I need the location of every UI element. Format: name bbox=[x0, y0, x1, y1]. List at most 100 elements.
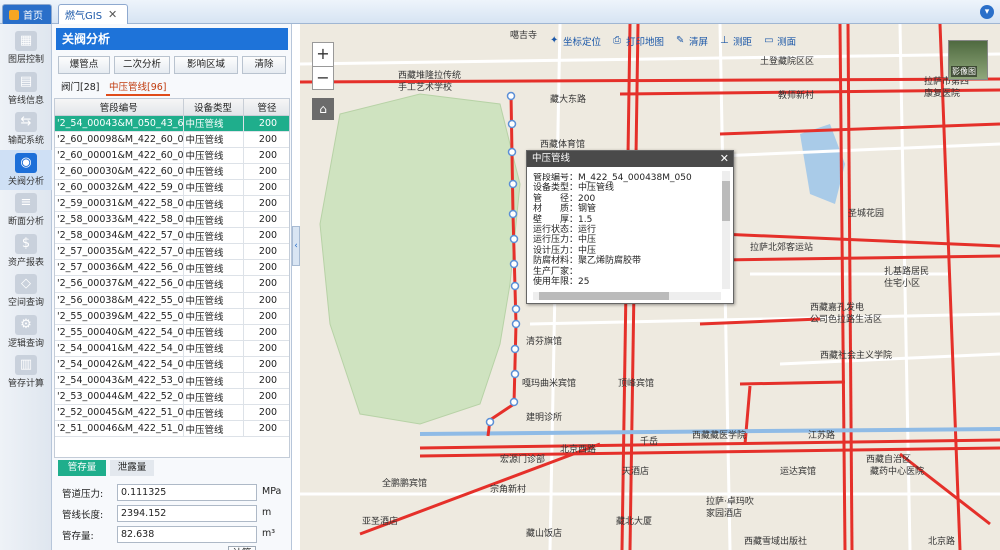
rail-item-2[interactable]: ⇆ 输配系统 bbox=[0, 109, 52, 149]
cell-segment-id: '2_54_00043&M_050_43_6 bbox=[55, 115, 184, 132]
valve-marker[interactable] bbox=[507, 147, 517, 157]
label-yasheng: 亚圣酒店 bbox=[362, 517, 399, 527]
label-gajisi: 噶吉寺 bbox=[510, 31, 538, 41]
rail-item-3[interactable]: ◉ 关阀分析 bbox=[0, 149, 52, 190]
table-row[interactable]: '2_56_00038&M_422_55_0 中压管线 200 bbox=[55, 292, 289, 309]
panel-title: 关阀分析 bbox=[56, 28, 288, 50]
table-row[interactable]: '2_53_00044&M_422_52_0 中压管线 200 bbox=[55, 388, 289, 406]
valve-marker[interactable] bbox=[511, 304, 521, 314]
table-row[interactable]: '2_59_00031&M_422_58_0 中压管线 200 bbox=[55, 195, 289, 213]
cell-diameter: 200 bbox=[243, 243, 289, 261]
cell-segment-id: '2_55_00039&M_422_55_0 bbox=[55, 308, 184, 325]
cell-device-type: 中压管线 bbox=[183, 356, 244, 374]
rail-item-4[interactable]: ≡ 断面分析 bbox=[0, 190, 52, 230]
valve-marker[interactable] bbox=[509, 259, 519, 269]
column-header-device-type[interactable]: 设备类型 bbox=[183, 99, 244, 116]
affected-area-button[interactable]: 影响区域 bbox=[174, 56, 238, 74]
cell-segment-id: '2_56_00038&M_422_55_0 bbox=[55, 292, 184, 309]
rail-item-8[interactable]: ▥ 管存计算 bbox=[0, 352, 52, 392]
imagery-toggle[interactable]: 影像图 bbox=[948, 40, 988, 80]
pressure-input[interactable]: 0.111325 bbox=[117, 484, 257, 501]
close-icon[interactable]: ✕ bbox=[108, 8, 117, 21]
imagery-label: 影像图 bbox=[951, 66, 977, 77]
column-header-diameter[interactable]: 管径 bbox=[243, 99, 289, 116]
valve-marker[interactable] bbox=[507, 119, 517, 129]
toolbar-measure-area-button[interactable]: ▭ 测面 bbox=[764, 32, 796, 50]
toolbar-locate-button[interactable]: ✦ 坐标定位 bbox=[550, 32, 601, 50]
valve-marker[interactable] bbox=[510, 369, 520, 379]
tab-pipe-storage[interactable]: 管存量 bbox=[58, 460, 106, 476]
valve-marker[interactable] bbox=[485, 417, 495, 427]
home-extent-icon[interactable]: ⌂ bbox=[312, 98, 334, 120]
cell-diameter: 200 bbox=[243, 404, 289, 422]
table-row[interactable]: '2_60_00098&M_422_60_0 中压管线 200 bbox=[55, 131, 289, 148]
rail-item-6[interactable]: ◇ 空间查询 bbox=[0, 271, 52, 311]
toolbar-print-button[interactable]: ⎙ 打印地图 bbox=[613, 32, 664, 50]
tab-medium-pressure-pipes[interactable]: 中压管线[96] bbox=[106, 80, 170, 96]
table-row[interactable]: '2_60_00032&M_422_59_0 中压管线 200 bbox=[55, 179, 289, 196]
table-row[interactable]: '2_60_00001&M_422_60_0 中压管线 200 bbox=[55, 147, 289, 164]
table-row[interactable]: '2_58_00034&M_422_57_0 中压管线 200 bbox=[55, 227, 289, 245]
tab-home[interactable]: 首页 bbox=[2, 4, 52, 24]
popup-horizontal-scrollbar[interactable] bbox=[533, 292, 721, 300]
table-row[interactable]: '2_54_00043&M_422_53_0 中压管线 200 bbox=[55, 372, 289, 390]
table-row[interactable]: '2_52_00045&M_422_51_0 中压管线 200 bbox=[55, 404, 289, 422]
valve-marker[interactable] bbox=[510, 281, 520, 291]
collapse-panel-icon[interactable]: ‹ bbox=[292, 226, 300, 266]
rail-item-0[interactable]: ▦ 图层控制 bbox=[0, 28, 52, 68]
rail-item-5[interactable]: $ 资产报表 bbox=[0, 231, 52, 271]
cell-segment-id: '2_58_00033&M_422_58_0 bbox=[55, 211, 184, 229]
table-row[interactable]: '2_54_00041&M_422_54_0 中压管线 200 bbox=[55, 340, 289, 357]
zoom-out-button[interactable]: − bbox=[313, 66, 333, 89]
table-row[interactable]: '2_57_00036&M_422_56_0 中压管线 200 bbox=[55, 259, 289, 277]
cell-diameter: 200 bbox=[243, 388, 289, 406]
table-row[interactable]: '2_60_00030&M_422_60_0 中压管线 200 bbox=[55, 163, 289, 180]
table-row[interactable]: '2_57_00035&M_422_57_0 中压管线 200 bbox=[55, 243, 289, 261]
window-menu-icon[interactable]: ▾ bbox=[980, 5, 994, 19]
map-view[interactable]: 噶吉寺 西藏堆隆拉传统 手工艺术学校 藏大东路 土登藏院区区 拉萨市第四 康复医院 教师新村西… bbox=[300, 24, 1000, 550]
rail-item-1[interactable]: ▤ 管线信息 bbox=[0, 69, 52, 109]
label-bus-station: 拉萨北郊客运站 bbox=[750, 243, 814, 253]
valve-marker[interactable] bbox=[510, 344, 520, 354]
length-input[interactable]: 2394.152 bbox=[117, 505, 257, 522]
table-row[interactable]: '2_55_00039&M_422_55_0 中压管线 200 bbox=[55, 308, 289, 325]
rail-item-7[interactable]: ⚙ 逻辑查询 bbox=[0, 312, 52, 352]
calculate-button[interactable]: 计算 bbox=[228, 546, 256, 550]
toolbar-measure-distance-button[interactable]: ⊥ 测距 bbox=[720, 32, 752, 50]
print-icon: ⎙ bbox=[613, 35, 622, 46]
table-row[interactable]: '2_56_00037&M_422_56_0 中压管线 200 bbox=[55, 275, 289, 293]
tab-valves[interactable]: 阀门[28] bbox=[58, 80, 103, 96]
cell-segment-id: '2_57_00036&M_422_56_0 bbox=[55, 259, 184, 277]
tab-gis[interactable]: 燃气GIS ✕ bbox=[58, 4, 128, 24]
cell-device-type: 中压管线 bbox=[183, 388, 244, 406]
label-hospital: 康复医院 bbox=[924, 89, 961, 99]
toolbar-label: 测面 bbox=[777, 37, 797, 48]
table-row[interactable]: '2_51_00046&M_422_51_0 中压管线 200 bbox=[55, 420, 289, 438]
valve-marker[interactable] bbox=[508, 179, 518, 189]
table-row[interactable]: '2_55_00040&M_422_54_0 中压管线 200 bbox=[55, 324, 289, 341]
table-row[interactable]: '2_54_00042&M_422_54_0 中压管线 200 bbox=[55, 356, 289, 374]
popup-vertical-scrollbar[interactable] bbox=[722, 171, 730, 289]
valve-marker[interactable] bbox=[509, 397, 519, 407]
popup-close-icon[interactable]: ✕ bbox=[720, 151, 729, 167]
secondary-analysis-button[interactable]: 二次分析 bbox=[114, 56, 170, 74]
label-jiayuan: 家园酒店 bbox=[706, 509, 743, 519]
toolbar-clear-button[interactable]: ✎ 清屏 bbox=[676, 32, 708, 50]
valve-marker[interactable] bbox=[506, 91, 516, 101]
table-row[interactable]: '2_58_00033&M_422_58_0 中压管线 200 bbox=[55, 211, 289, 229]
zoom-in-button[interactable]: + bbox=[313, 43, 333, 66]
column-header-segment-id[interactable]: 管段编号 bbox=[55, 99, 184, 116]
valve-marker[interactable] bbox=[509, 234, 519, 244]
tab-leakage[interactable]: 泄露量 bbox=[110, 460, 154, 476]
burst-point-button[interactable]: 爆管点 bbox=[58, 56, 110, 74]
cell-diameter: 200 bbox=[243, 227, 289, 245]
storage-input[interactable]: 82.638 bbox=[117, 526, 257, 543]
tool-rail: ▦ 图层控制 ▤ 管线信息 ⇆ 输配系统 ◉ 关阀分析 ≡ 断面分析 $ 资产报表 ◇ 空间查询 ⚙ 逻辑查询… bbox=[0, 24, 52, 550]
rail-item-label: 关阀分析 bbox=[7, 176, 44, 187]
table-row[interactable]: '2_54_00043&M_050_43_6 中压管线 200 bbox=[55, 115, 289, 132]
clear-button[interactable]: 清除 bbox=[242, 56, 286, 74]
valve-marker[interactable] bbox=[511, 319, 521, 329]
cell-diameter: 200 bbox=[243, 308, 289, 325]
cell-diameter: 200 bbox=[243, 195, 289, 213]
valve-marker[interactable] bbox=[508, 209, 518, 219]
